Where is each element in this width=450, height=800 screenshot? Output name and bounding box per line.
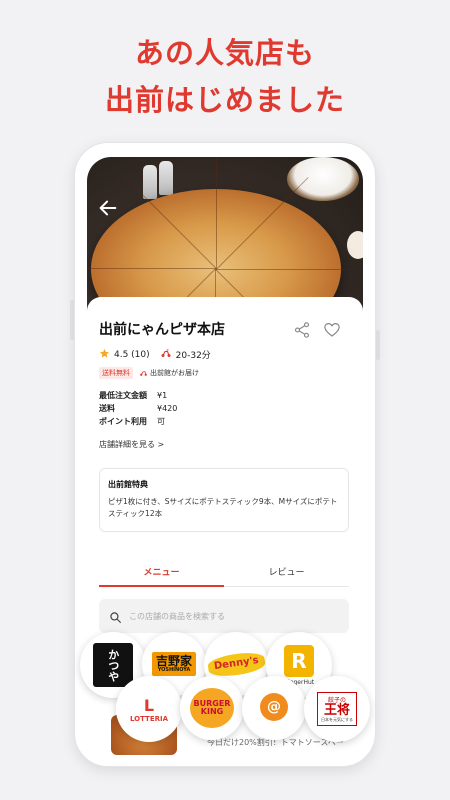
store-info: 最低注文金額 ¥1 送料 ¥420 ポイント利用 可	[99, 389, 177, 428]
points-label: ポイント利用	[99, 417, 147, 426]
store-details-link[interactable]: 店舗詳細を見る >	[99, 439, 164, 450]
promo-headline: あの人気店も 出前はじめました	[0, 30, 450, 124]
share-icon[interactable]	[293, 321, 311, 339]
salt-shaker	[143, 165, 157, 199]
hanamaru-mark: @	[260, 693, 288, 721]
delivery-bike-icon	[160, 347, 172, 362]
delivered-by-label: 出前館がお届け	[150, 369, 199, 377]
benefit-body: ピザ1枚に付き、Sサイズにポテトスティック9本、Mサイズにポテトスティック12本	[108, 497, 338, 518]
min-order-label: 最低注文金額	[99, 391, 147, 400]
headline-line-2: 出前はじめました	[104, 83, 345, 117]
headline-line-1: あの人気店も	[134, 36, 315, 70]
tab-reviews[interactable]: レビュー	[224, 563, 349, 586]
benefit-card: 出前館特典 ピザ1枚に付き、Sサイズにポテトスティック9本、Mサイズにポテトステ…	[99, 468, 349, 532]
flour-bowl	[287, 157, 359, 201]
lotteria-logo: L LOTTERIA	[116, 676, 182, 742]
delivery-person-icon	[139, 368, 148, 379]
dennys-logo-text: Denny's	[206, 649, 266, 679]
rating-row: 4.5 (10) 20-32分	[99, 347, 211, 362]
store-rating: 4.5 (10)	[114, 349, 150, 360]
yoshinoya-logo-subtext: YOSHINOYA	[157, 666, 191, 673]
min-order-value: ¥1	[157, 391, 168, 400]
tag-row: 送料無料 出前館がお届け	[99, 367, 199, 379]
ringerhut-r-mark: R	[284, 644, 314, 677]
burger-king-logo: BURGER KING	[180, 676, 244, 740]
burger-king-text-2: KING	[200, 707, 224, 716]
star-icon	[99, 348, 110, 362]
egg	[347, 231, 363, 259]
phone-side-button	[376, 330, 380, 360]
search-input[interactable]	[129, 607, 339, 625]
back-arrow-icon[interactable]	[97, 197, 119, 219]
shipping-label: 送料	[99, 404, 115, 413]
favorite-heart-icon[interactable]	[323, 321, 341, 339]
lotteria-logo-text: LOTTERIA	[129, 714, 169, 723]
gyoza-no-ohsho-logo: 餃子の 王将 日本を元気にする	[304, 676, 370, 742]
tab-menu[interactable]: メニュー	[99, 563, 224, 587]
ohsho-logo-text: 王将	[323, 703, 350, 718]
points-value: 可	[157, 417, 165, 426]
menu-tabs: メニュー レビュー	[99, 563, 349, 587]
store-name: 出前にゃんピザ本店	[99, 322, 225, 338]
pepper-shaker	[159, 161, 173, 195]
store-search-bar[interactable]	[99, 599, 349, 633]
free-shipping-badge: 送料無料	[99, 367, 133, 379]
lotteria-mark: L	[143, 695, 155, 715]
shipping-value: ¥420	[157, 404, 178, 413]
ohsho-logo-subtext: 日本を元気にする	[320, 717, 354, 722]
search-icon	[109, 609, 122, 623]
yoshinoya-logo-text: 吉野家	[155, 654, 192, 669]
katsuya-logo-text: かつや	[106, 648, 120, 682]
delivery-time: 20-32分	[175, 351, 211, 361]
benefit-title: 出前館特典	[108, 480, 148, 489]
hanamaru-logo: @	[242, 676, 306, 740]
